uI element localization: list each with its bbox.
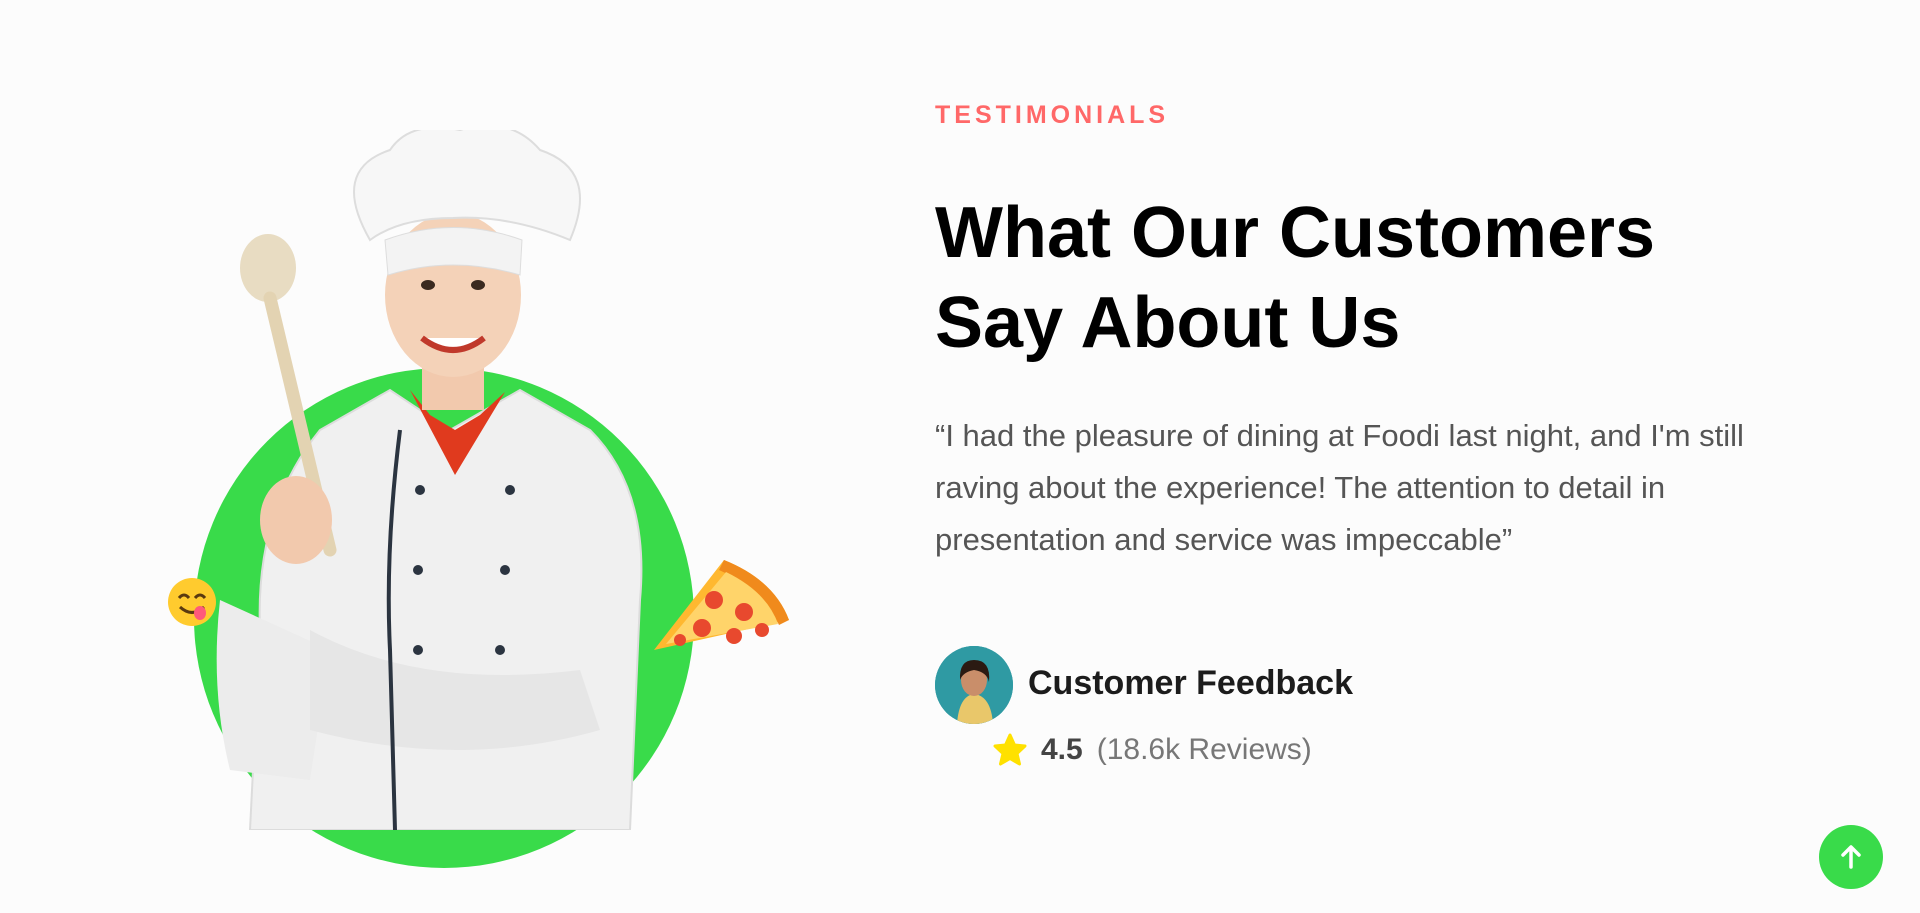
avatar-image [935, 646, 1013, 724]
feedback-title: Customer Feedback [1028, 664, 1353, 702]
avatar [935, 646, 1013, 724]
hero-illustration [160, 130, 800, 868]
chef-image [216, 130, 643, 830]
section-headline: What Our Customers Say About Us [935, 193, 1656, 363]
testimonial-quote: “I had the pleasure of dining at Foodi l… [935, 418, 1744, 557]
rating-value: 4.5 [1041, 733, 1083, 766]
section-eyebrow: TESTIMONIALS [935, 101, 1170, 129]
arrow-up-icon [1841, 845, 1861, 869]
review-count: (18.6k Reviews) [1096, 733, 1312, 766]
scroll-to-top-button[interactable] [1819, 825, 1883, 889]
rating-row: 4.5 (18.6k Reviews) [993, 730, 1312, 770]
customer-feedback: Customer Feedback 4.5 (18.6k Reviews) [935, 646, 1795, 776]
yum-face-icon [168, 578, 216, 626]
pizza-icon [654, 560, 789, 650]
testimonials-page: TESTIMONIALS What Our Customers Say Abou… [0, 0, 1920, 913]
star-icon [993, 733, 1027, 766]
testimonial-content: TESTIMONIALS What Our Customers Say Abou… [935, 100, 1795, 776]
